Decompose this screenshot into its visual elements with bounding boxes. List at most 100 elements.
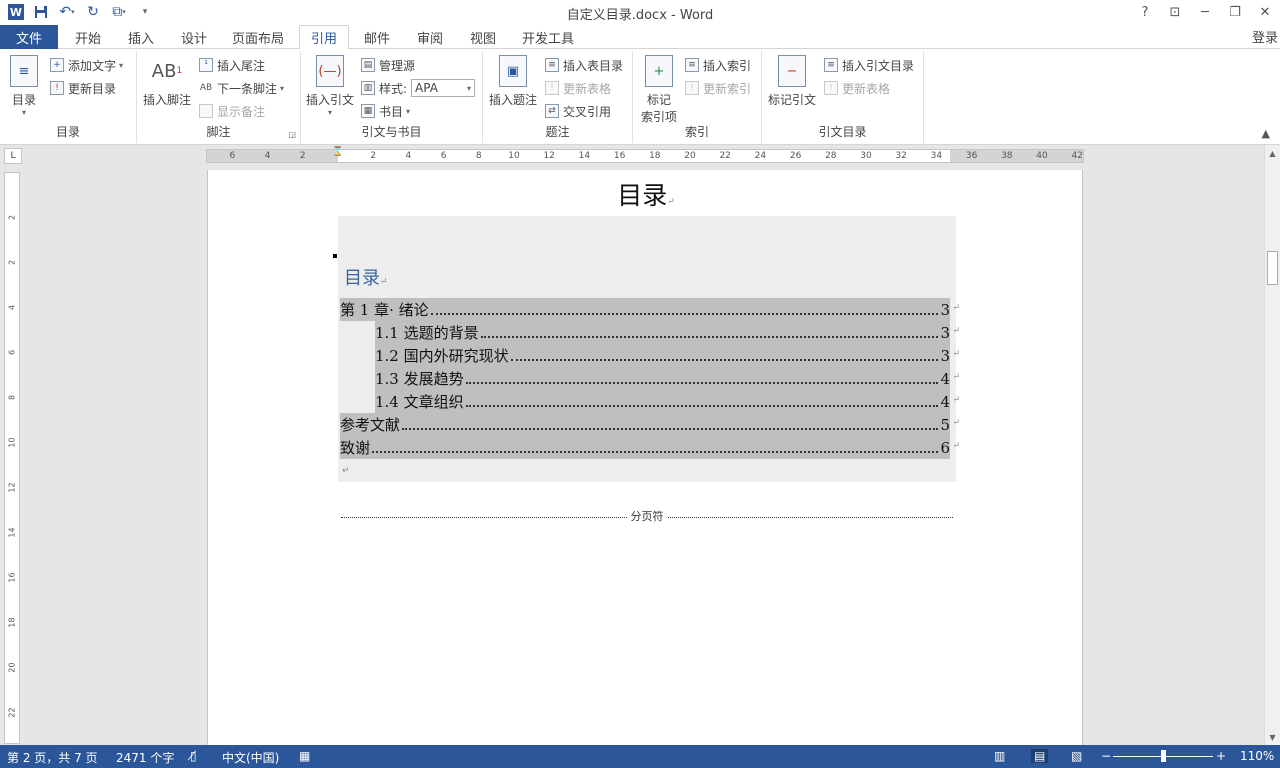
group-label-toc: 目录 (55, 125, 80, 139)
update-table-icon: ! (545, 81, 559, 95)
help-button[interactable]: ? (1130, 0, 1160, 24)
document-page[interactable]: 目录↵ 目录↵ 第 1 章· 绪论 3 ↵ 1.1 选题的背景 3 ↵ 1.2 国内外研究现… (207, 170, 1083, 746)
tab-design[interactable]: 设计 (174, 25, 214, 49)
ruler-row: L 6 4 2 2 4 6 8 10 12 14 16 18 20 22 24 26 28 30 32 34 36 38 4… (0, 145, 1264, 167)
paragraph-mark: ↵ (952, 349, 960, 359)
ruler-tick-label: 16 (613, 151, 626, 161)
vertical-ruler[interactable]: 224681012141618202224 (4, 172, 20, 763)
tab-review[interactable]: 审阅 (410, 25, 450, 49)
zoom-out-icon[interactable]: − (1101, 749, 1111, 763)
toc-field[interactable]: 目录↵ 第 1 章· 绪论 3 ↵ 1.1 选题的背景 3 ↵ 1.2 国内外研究现状 3 ↵ 1… (333, 216, 960, 482)
collapse-ribbon-icon[interactable]: ▲ (1262, 127, 1270, 140)
group-index: + 标记 索引项 ≡ 插入索引 ! 更新索引 索引 (633, 51, 762, 143)
tab-stop-selector[interactable]: L (4, 148, 22, 164)
bibliography-button[interactable]: ▦ 书目 ▾ (361, 101, 410, 121)
tab-home[interactable]: 开始 (68, 25, 108, 49)
tab-insert[interactable]: 插入 (121, 25, 161, 49)
update-index-icon: ! (685, 81, 699, 95)
zoom-slider-knob[interactable] (1161, 750, 1166, 762)
paragraph-mark: ↵ (380, 277, 388, 287)
mark-entry-button[interactable]: + 标记 索引项 (641, 55, 677, 125)
ruler-tick-label: 34 (930, 151, 943, 161)
zoom-in-icon[interactable]: + (1216, 749, 1226, 763)
scroll-down-icon[interactable]: ▼ (1265, 730, 1280, 744)
update-toc-button[interactable]: ! 更新目录 (50, 78, 116, 98)
vertical-ruler-tick-label: 10 (7, 437, 17, 448)
toc-title[interactable]: 目录↵ (344, 264, 388, 290)
toc-entry[interactable]: 第 1 章· 绪论 3 ↵ (340, 298, 960, 321)
insert-citation-button[interactable]: (—) 插入引文 ▾ (306, 55, 354, 117)
insert-footnote-button[interactable]: AB 1 插入脚注 (143, 55, 191, 108)
update-index-button[interactable]: ! 更新索引 (685, 78, 751, 98)
add-text-button[interactable]: + 添加文字 ▾ (50, 55, 123, 75)
tab-page-layout[interactable]: 页面布局 (226, 25, 290, 49)
tab-developer[interactable]: 开发工具 (516, 25, 580, 49)
horizontal-ruler[interactable]: 6 4 2 2 4 6 8 10 12 14 16 18 20 22 24 26 28 30 32 34 36 38 40 4… (206, 147, 1084, 163)
vertical-ruler-tick-label: 20 (7, 662, 17, 673)
close-button[interactable]: ✕ (1250, 0, 1280, 24)
chevron-down-icon: ▾ (328, 108, 333, 117)
insert-caption-button[interactable]: ▣ 插入题注 (489, 55, 537, 108)
style-dropdown[interactable]: APA ▾ (411, 79, 476, 97)
update-toa-button[interactable]: ! 更新表格 (824, 78, 890, 98)
update-table-button[interactable]: ! 更新表格 (545, 78, 611, 98)
macro-recording-icon[interactable]: ▦ (299, 749, 310, 763)
paragraph-mark: ↵ (342, 466, 350, 476)
ruler-tick-label: 12 (543, 151, 555, 161)
zoom-level[interactable]: 110% (1240, 749, 1274, 763)
mark-citation-button[interactable]: − 标记引文 (768, 55, 816, 108)
restore-button[interactable]: ❐ (1220, 0, 1250, 24)
show-notes-button[interactable]: 显示备注 (199, 101, 265, 121)
endnote-icon: ¹ (199, 58, 213, 72)
style-selector: ▥ 样式: APA ▾ (361, 78, 476, 98)
ruler-tick-label: 4 (264, 151, 271, 161)
insert-table-of-figures-button[interactable]: ≡ 插入表目录 (545, 55, 623, 75)
document-heading[interactable]: 目录↵ (208, 176, 1084, 212)
insert-endnote-button[interactable]: ¹ 插入尾注 (199, 55, 265, 75)
ruler-tick-label: 6 (440, 151, 447, 161)
paragraph-mark: ↵ (952, 303, 960, 313)
ruler-tick-label: 40 (1036, 151, 1048, 161)
toc-entry[interactable]: 1.4 文章组织 4 ↵ (375, 390, 960, 413)
update-toa-label: 更新表格 (842, 81, 891, 96)
language-indicator[interactable]: 中文(中国) (222, 749, 279, 766)
toc-entry[interactable]: 参考文献 5 ↵ (340, 413, 960, 436)
ribbon-display-options-button[interactable]: ⊡ (1160, 0, 1190, 24)
insert-toa-button[interactable]: ≡ 插入引文目录 (824, 55, 914, 75)
web-layout-icon[interactable]: ▧ (1071, 749, 1082, 763)
tab-references[interactable]: 引用 (299, 25, 349, 50)
page-break-label: 分页符 (627, 510, 667, 523)
toc-entry-page-number: 4 (940, 369, 950, 388)
manage-sources-button[interactable]: ▤ 管理源 (361, 55, 415, 75)
minimize-button[interactable]: ─ (1190, 0, 1220, 24)
page-count[interactable]: 第 2 页，共 7 页 (7, 749, 98, 766)
title-bar: W ↶ ▾ ↻ ⧉ ▾ ▾ 自定义目录.docx - Word ? ⊡ ─ ❐ ✕ (0, 0, 1280, 25)
toc-entry[interactable]: 1.2 国内外研究现状 3 ↵ (375, 344, 960, 367)
read-mode-icon[interactable]: ▥ (994, 749, 1005, 763)
sign-in-link[interactable]: 登录 (1252, 25, 1280, 46)
toc-entry-label: 第 1 章· 绪论 (340, 301, 429, 319)
print-layout-icon[interactable]: ▤ (1031, 749, 1049, 763)
group-table-of-authorities: − 标记引文 ≡ 插入引文目录 ! 更新表格 引文目录 (762, 51, 924, 143)
next-footnote-label: 下一条脚注 (217, 81, 278, 96)
toc-entry[interactable]: 1.3 发展趋势 4 ↵ (375, 367, 960, 390)
scroll-up-icon[interactable]: ▲ (1265, 146, 1280, 160)
toc-button[interactable]: ≡ 目录 ▾ (10, 55, 38, 117)
ruler-tick-label: 26 (789, 151, 802, 161)
next-footnote-button[interactable]: AB 下一条脚注 ▾ (199, 78, 284, 98)
scrollbar-thumb[interactable] (1267, 251, 1278, 285)
vertical-scrollbar[interactable]: ▲ ▼ (1264, 145, 1280, 745)
tab-mailings[interactable]: 邮件 (357, 25, 397, 49)
ruler-tick-label: 32 (895, 151, 907, 161)
toc-entry[interactable]: 致谢 6 ↵ (340, 436, 960, 459)
word-count[interactable]: 2471 个字 (116, 749, 174, 766)
toc-entry[interactable]: 1.1 选题的背景 3 ↵ (375, 321, 960, 344)
next-footnote-icon: AB (199, 83, 213, 93)
indent-marker-icon[interactable]: ⌛ (332, 147, 343, 157)
insert-index-button[interactable]: ≡ 插入索引 (685, 55, 751, 75)
tab-view[interactable]: 视图 (463, 25, 503, 49)
proofing-icon[interactable]: ▯̸ (190, 749, 197, 763)
dialog-launcher-icon[interactable]: ◲ (288, 130, 296, 139)
tab-file[interactable]: 文件 (0, 25, 58, 49)
cross-reference-button[interactable]: ⇄ 交叉引用 (545, 101, 611, 121)
